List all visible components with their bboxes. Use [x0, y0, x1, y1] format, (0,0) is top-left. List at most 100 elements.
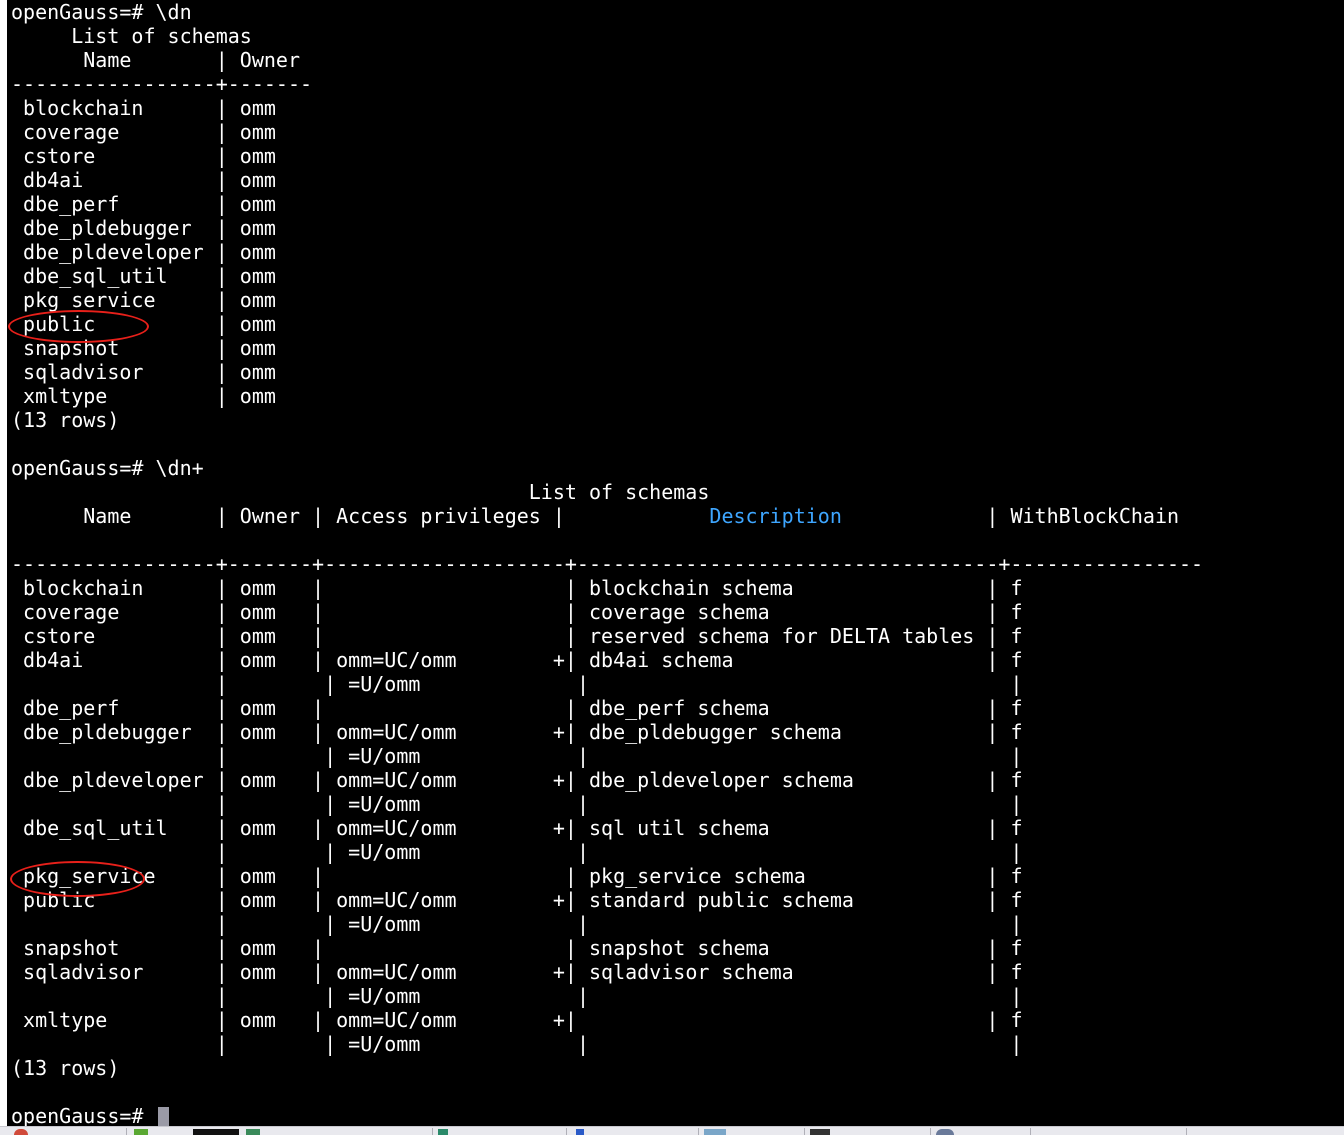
schema-withblockchain: f: [1010, 600, 1023, 624]
schema-name: dbe_pldebugger: [11, 720, 216, 744]
schema-name: dbe_perf: [11, 696, 216, 720]
schema-owner: omm: [239, 192, 276, 216]
schema-access-privileges: =U/omm: [348, 912, 577, 936]
schema-owner: omm: [239, 864, 313, 888]
terminal-icon[interactable]: [193, 1129, 239, 1135]
schema-withblockchain: f: [1010, 720, 1023, 744]
table-row: xmltype | omm: [11, 384, 276, 408]
table-row: sqladvisor | omm: [11, 360, 276, 384]
schema-owner: omm: [239, 768, 313, 792]
schema-name: pkg_service: [11, 288, 216, 312]
schema-withblockchain: f: [1010, 816, 1023, 840]
table-row: xmltype | omm | omm=UC/omm +| | f: [11, 1008, 1023, 1032]
schema-access-privileges: omm=UC/omm +: [336, 816, 565, 840]
schema-owner: omm: [239, 360, 276, 384]
schema-description: snapshot schema: [589, 936, 987, 960]
table-row: pkg_service | omm | | pkg_service schema…: [11, 864, 1023, 888]
schema-owner: omm: [239, 960, 313, 984]
table-row-continuation: | | =U/omm | |: [11, 792, 1023, 816]
table-row: blockchain | omm | | blockchain schema |…: [11, 576, 1023, 600]
schema-owner: omm: [239, 288, 276, 312]
table-row: dbe_perf | omm | | dbe_perf schema | f: [11, 696, 1023, 720]
table-row: dbe_perf | omm: [11, 192, 276, 216]
app-icon[interactable]: [810, 1129, 830, 1135]
schema-owner: omm: [239, 384, 276, 408]
schema-description: blockchain schema: [589, 576, 987, 600]
schema-description: dbe_perf schema: [589, 696, 987, 720]
table-row: coverage | omm: [11, 120, 276, 144]
schema-access-privileges: =U/omm: [348, 792, 577, 816]
command: \dn+: [155, 456, 204, 480]
schema-withblockchain: f: [1010, 864, 1023, 888]
schema-access-privileges: omm=UC/omm +: [336, 888, 565, 912]
schema-owner: omm: [239, 312, 276, 336]
schema-owner: omm: [239, 936, 313, 960]
table-row: db4ai | omm: [11, 168, 276, 192]
table-row: blockchain | omm: [11, 96, 276, 120]
schema-name: xmltype: [11, 1008, 216, 1032]
schema-owner: omm: [239, 624, 313, 648]
table-row: dbe_sql_util | omm | omm=UC/omm +| sql u…: [11, 816, 1023, 840]
terminal-window[interactable]: openGauss=# \dn List of schemas Name | O…: [7, 0, 1344, 1126]
column-header-access: Access privileges: [336, 504, 541, 528]
schema-access-privileges: =U/omm: [348, 672, 577, 696]
schema-owner: omm: [239, 696, 313, 720]
schema-withblockchain: f: [1010, 648, 1023, 672]
column-header-name: Name: [11, 504, 216, 528]
schema-name: snapshot: [11, 936, 216, 960]
table-row-continuation: | | =U/omm | |: [11, 984, 1023, 1008]
app-icon[interactable]: [246, 1129, 260, 1135]
schema-name: dbe_sql_util: [11, 264, 216, 288]
table-row-continuation: | | =U/omm | |: [11, 744, 1023, 768]
schema-withblockchain: f: [1010, 888, 1023, 912]
schema-name: dbe_pldeveloper: [11, 768, 216, 792]
schema-description: db4ai schema: [589, 648, 987, 672]
app-icon[interactable]: [704, 1129, 726, 1135]
app-icon[interactable]: [576, 1129, 584, 1135]
schema-access-privileges: omm=UC/omm +: [336, 648, 565, 672]
command: \dn: [155, 0, 192, 24]
schema-access-privileges: omm=UC/omm +: [336, 1008, 565, 1032]
schema-access-privileges: omm=UC/omm +: [336, 720, 565, 744]
schema-access-privileges: =U/omm: [348, 744, 577, 768]
text-cursor: [157, 1106, 169, 1126]
schema-description: [589, 1008, 986, 1032]
app-icon[interactable]: [438, 1129, 448, 1135]
annotation-circle: [8, 310, 149, 343]
schema-description: coverage schema: [589, 600, 987, 624]
schema-owner: omm: [239, 648, 313, 672]
schema-withblockchain: f: [1010, 696, 1023, 720]
table-row: dbe_pldebugger | omm: [11, 216, 276, 240]
schema-withblockchain: f: [1010, 576, 1023, 600]
table-row: cstore | omm: [11, 144, 276, 168]
table-row-continuation: | | =U/omm | |: [11, 912, 1023, 936]
schema-owner: omm: [239, 720, 313, 744]
schema-withblockchain: f: [1010, 624, 1023, 648]
schema-owner: omm: [239, 336, 276, 360]
table-separator: -----------------+-------+--------------…: [11, 552, 1204, 576]
schema-name: dbe_sql_util: [11, 816, 216, 840]
schema-description: dbe_pldeveloper schema: [589, 768, 987, 792]
app-icon[interactable]: [134, 1129, 148, 1135]
schema-access-privileges: [336, 696, 565, 720]
schema-owner: omm: [239, 168, 276, 192]
screen: openGauss=# \dn List of schemas Name | O…: [0, 0, 1344, 1135]
schema-name: cstore: [11, 624, 216, 648]
row-count: (13 rows): [11, 408, 119, 432]
app-icon[interactable]: [14, 1129, 28, 1135]
schema-description: dbe_pldebugger schema: [589, 720, 987, 744]
schema-name: dbe_perf: [11, 192, 216, 216]
table-row: sqladvisor | omm | omm=UC/omm +| sqladvi…: [11, 960, 1023, 984]
schema-owner: omm: [239, 816, 313, 840]
table-row-continuation: | | =U/omm | |: [11, 1032, 1023, 1056]
table-title: List of schemas: [11, 480, 1227, 504]
table-row: dbe_pldebugger | omm | omm=UC/omm +| dbe…: [11, 720, 1023, 744]
table-row-continuation: | | =U/omm | |: [11, 840, 1023, 864]
table-row: dbe_pldeveloper | omm: [11, 240, 276, 264]
schema-owner: omm: [239, 240, 276, 264]
schema-access-privileges: =U/omm: [348, 984, 577, 1008]
app-icon[interactable]: [936, 1129, 954, 1135]
row-count-text: (13 rows): [11, 408, 120, 432]
table-row: coverage | omm | | coverage schema | f: [11, 600, 1023, 624]
table-title-text: List of schemas: [11, 24, 313, 48]
